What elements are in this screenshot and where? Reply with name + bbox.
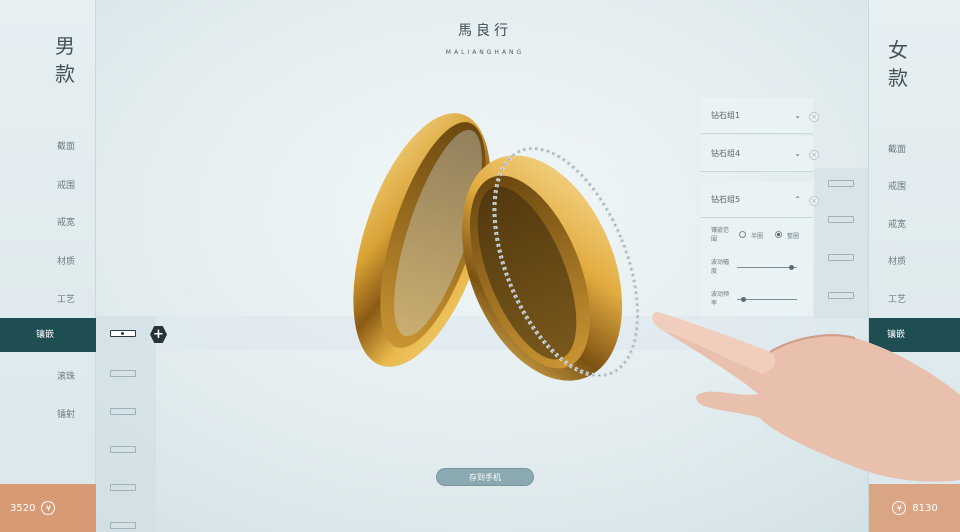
diamond-group-label: 钻石组5: [711, 195, 741, 204]
diamond-group-label: 钻石组4: [711, 149, 741, 158]
amplitude-slider[interactable]: [737, 267, 797, 268]
menu-item-beads[interactable]: 滚珠: [36, 369, 96, 382]
diamond-group-1[interactable]: 钻石组1 ⌄: [701, 98, 813, 134]
chevron-down-icon: ⌄: [794, 111, 801, 120]
womens-price: 8130: [912, 502, 938, 514]
inlay-style-option[interactable]: [110, 370, 136, 377]
diamond-group-5[interactable]: 钻石组5 ⌃: [701, 182, 813, 218]
inlay-style-option[interactable]: [110, 484, 136, 491]
brand-logo: 馬良行 MALIANGHANG: [420, 20, 550, 56]
configurator-screen: 馬良行 MALIANGHANG 男款 截面 戒围 戒宽 材质 工艺 镶嵌 滚珠 …: [0, 0, 960, 532]
save-to-phone-button[interactable]: 存到手机: [436, 468, 534, 486]
half-circle-label: 半圈: [751, 233, 764, 240]
full-circle-label: 整圈: [787, 233, 800, 240]
mens-price: 3520: [10, 502, 36, 514]
menu-item-section[interactable]: 截面: [36, 139, 96, 152]
mens-price-box: 3520 ¥: [0, 484, 96, 532]
womens-inlay-style-list: [814, 168, 868, 318]
brand-name-cn: 馬良行: [458, 23, 512, 39]
inlay-style-list: [96, 316, 156, 532]
range-label: 镶嵌范围: [711, 227, 730, 243]
pointing-hand-image: [652, 312, 960, 482]
inlay-style-option[interactable]: [828, 216, 854, 223]
amplitude-slider-knob[interactable]: [789, 265, 794, 270]
inlay-style-option[interactable]: [828, 292, 854, 299]
mens-title: 男款: [55, 34, 77, 86]
remove-group-4-icon[interactable]: ×: [809, 150, 819, 160]
womens-title: 女款: [888, 38, 910, 90]
inlay-style-option[interactable]: [110, 408, 136, 415]
inlay-style-option[interactable]: [110, 446, 136, 453]
amplitude-label: 波动幅度: [711, 259, 730, 275]
mens-panel: 男款 截面 戒围 戒宽 材质 工艺 镶嵌 滚珠 镭射 3520 ¥: [0, 0, 96, 532]
menu-item-ring-size[interactable]: 戒围: [36, 178, 96, 191]
menu-item-ring-width[interactable]: 戒宽: [869, 217, 925, 230]
inlay-style-option[interactable]: [110, 330, 136, 337]
chevron-down-icon: ⌄: [794, 149, 801, 158]
menu-item-ring-size[interactable]: 戒围: [869, 179, 925, 192]
remove-group-1-icon[interactable]: ×: [809, 112, 819, 122]
menu-item-craft[interactable]: 工艺: [36, 292, 96, 305]
yen-icon: ¥: [892, 501, 907, 515]
menu-item-ring-width[interactable]: 戒宽: [36, 215, 96, 228]
half-circle-radio[interactable]: [739, 231, 746, 238]
brand-name-en: MALIANGHANG: [445, 49, 525, 56]
menu-item-section[interactable]: 截面: [869, 142, 925, 155]
inlay-style-option[interactable]: [828, 254, 854, 261]
full-circle-radio[interactable]: [775, 231, 782, 238]
menu-item-inlay[interactable]: 镶嵌: [0, 318, 96, 352]
diamond-group-label: 钻石组1: [711, 111, 741, 120]
menu-item-material[interactable]: 材质: [869, 254, 925, 267]
inlay-style-option[interactable]: [828, 180, 854, 187]
inlay-style-option[interactable]: [110, 522, 136, 529]
yen-icon: ¥: [41, 501, 56, 515]
remove-group-5-icon[interactable]: ×: [809, 196, 819, 206]
menu-item-material[interactable]: 材质: [36, 254, 96, 267]
chevron-up-icon: ⌃: [794, 195, 801, 204]
menu-item-laser[interactable]: 镭射: [36, 407, 96, 420]
diamond-group-4[interactable]: 钻石组4 ⌄: [701, 136, 813, 172]
ring-3d-preview[interactable]: [330, 80, 650, 390]
